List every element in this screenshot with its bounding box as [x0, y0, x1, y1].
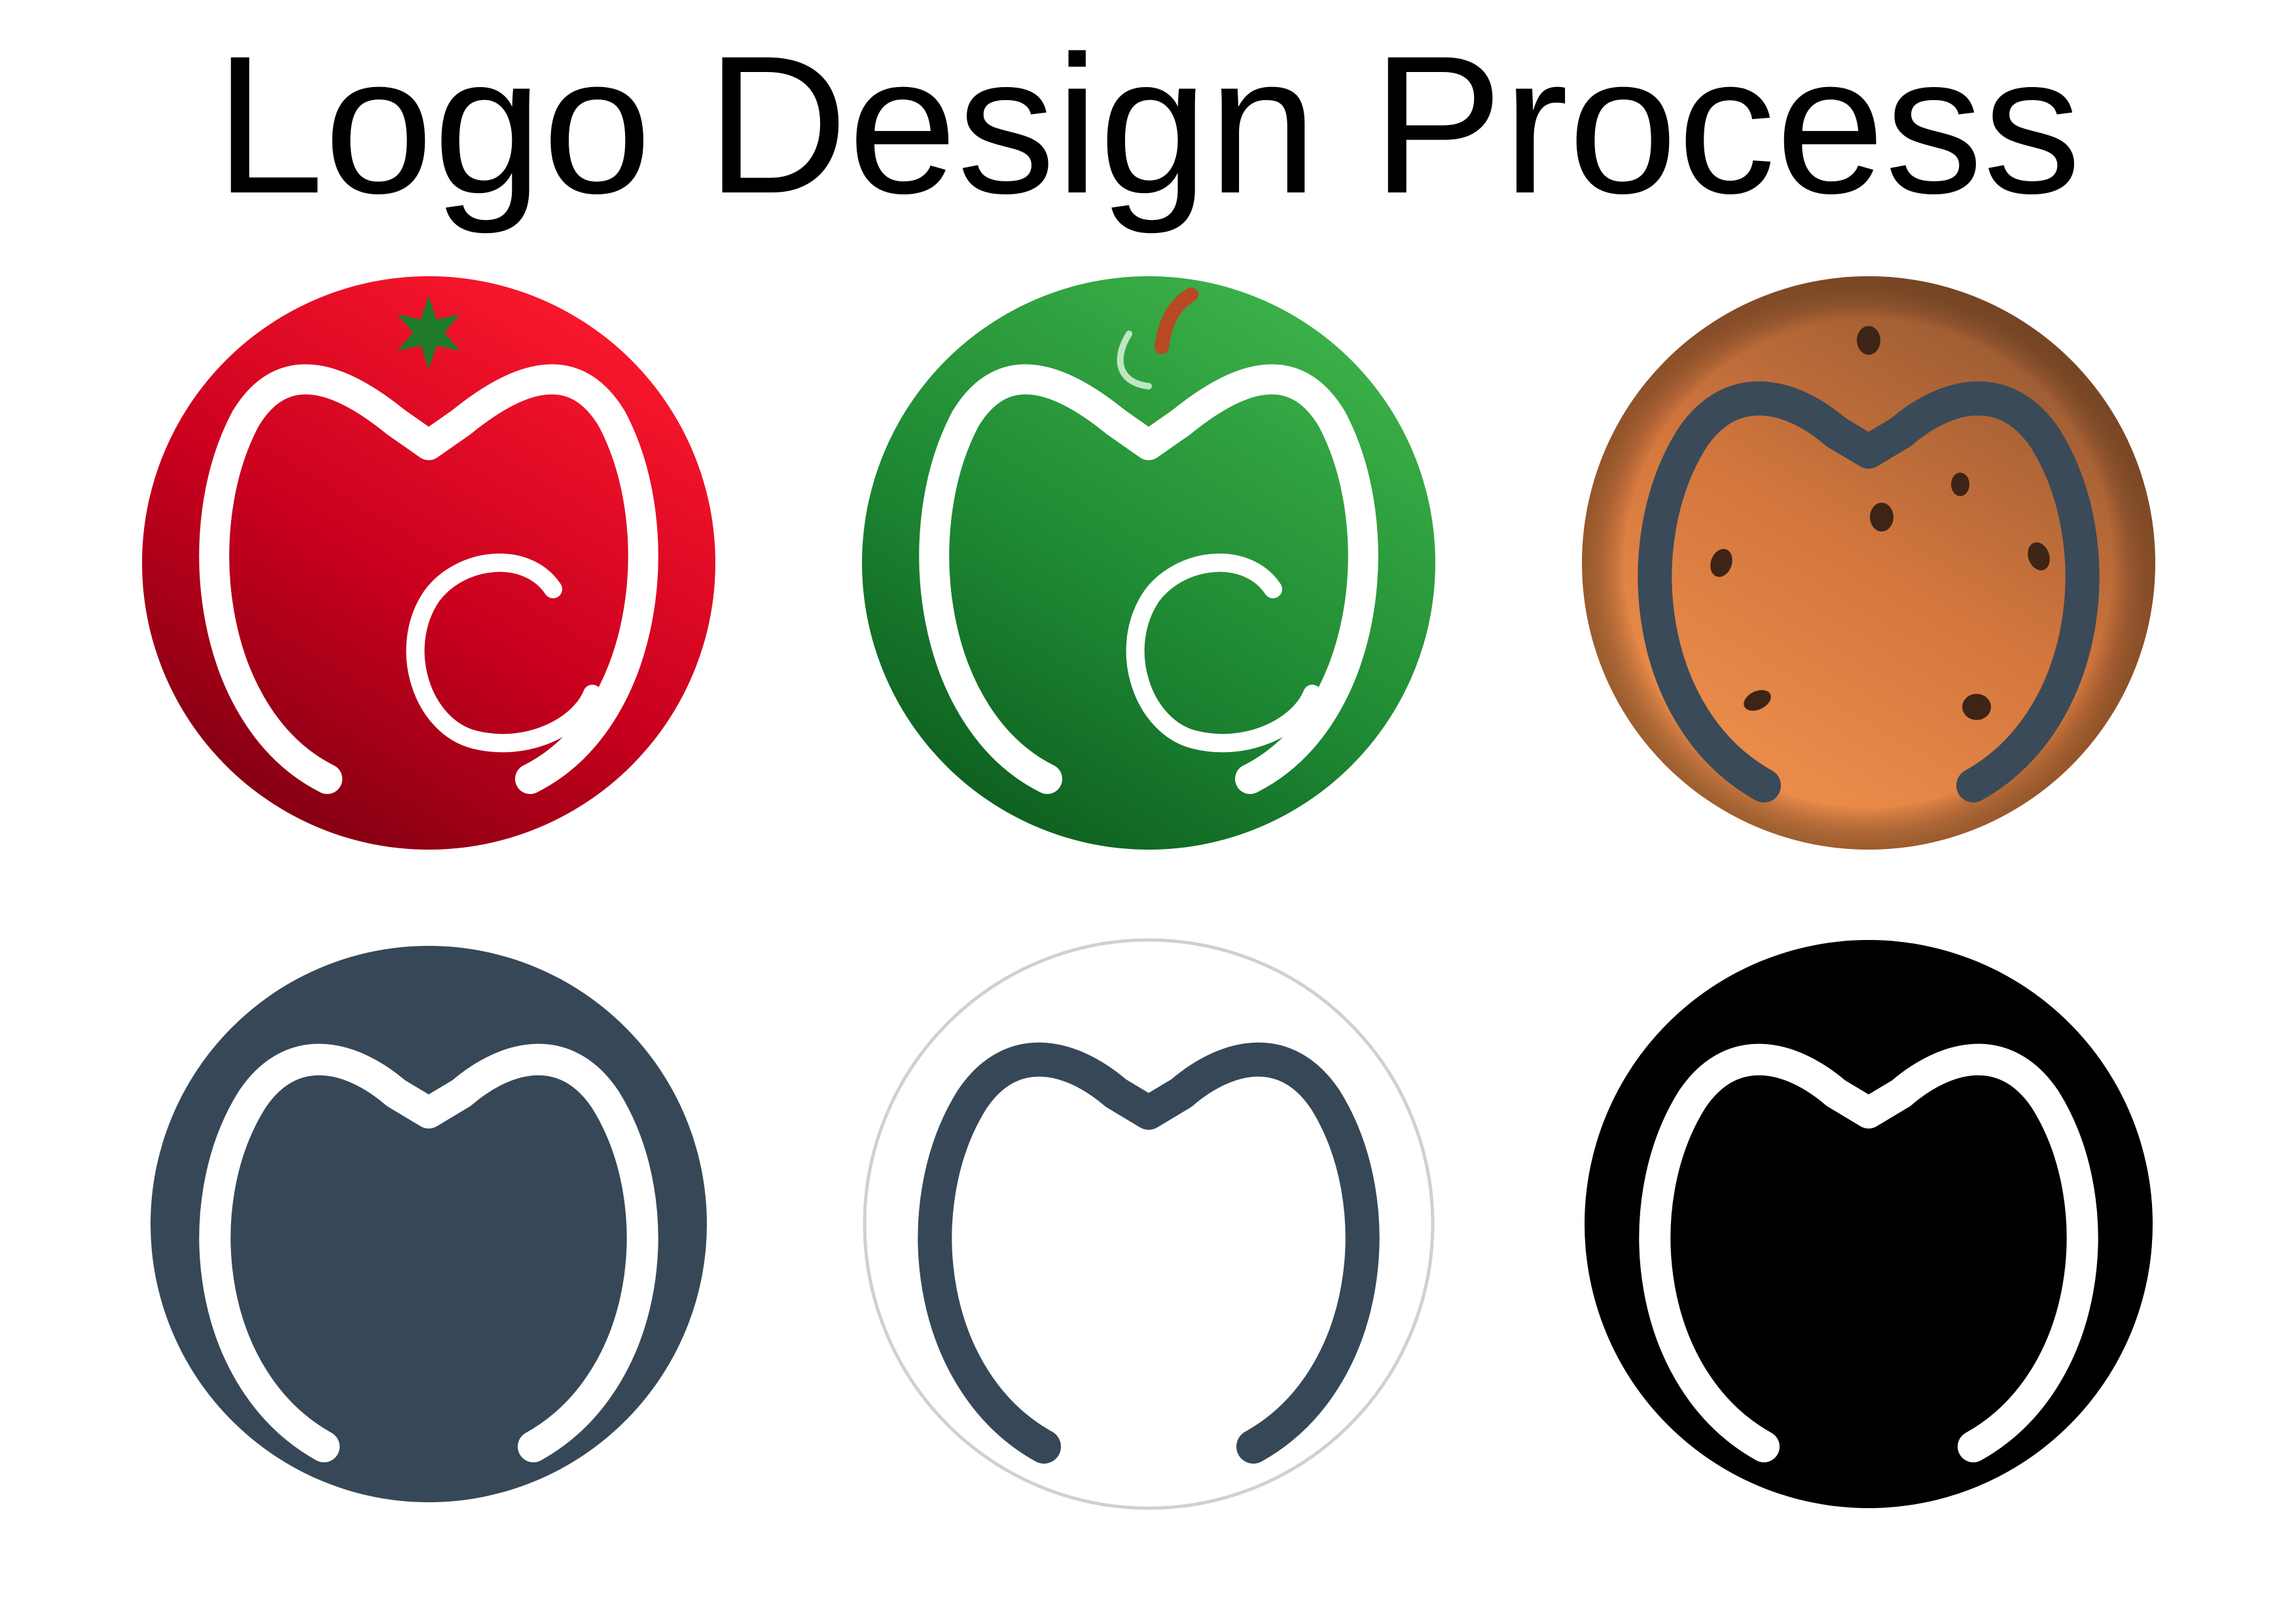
outline-logo — [854, 929, 1443, 1519]
apple-logo — [854, 268, 1443, 857]
page-title: Logo Design Process — [215, 14, 2081, 234]
black-logo — [1574, 929, 2163, 1519]
cookie-logo — [1574, 268, 2163, 857]
slate-logo — [134, 929, 723, 1519]
slate-body — [151, 946, 707, 1502]
tomato-logo — [134, 268, 723, 857]
